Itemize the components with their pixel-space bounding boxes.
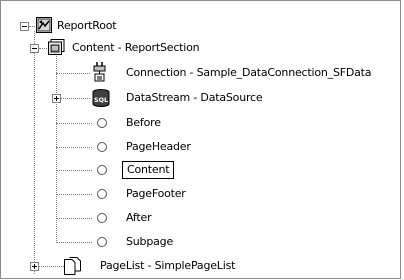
tree-line <box>56 218 92 219</box>
band-radio-subpage[interactable] <box>97 237 107 247</box>
band-radio-content[interactable] <box>97 165 107 175</box>
node-label-report-root[interactable]: ReportRoot <box>57 19 117 33</box>
sql-datastream-icon: SQL <box>92 89 110 107</box>
node-label-connection[interactable]: Connection - Sample_DataConnection_SFDat… <box>126 66 372 80</box>
band-radio-pageheader[interactable] <box>97 142 107 152</box>
node-label-content-section[interactable]: Content - ReportSection <box>72 41 200 55</box>
sql-icon-text: SQL <box>94 96 108 104</box>
tree-line <box>56 242 92 243</box>
connection-plug-icon <box>93 62 106 82</box>
expand-toggle-datastream[interactable] <box>52 94 61 103</box>
tree-line <box>56 170 92 171</box>
tree-line <box>29 26 35 27</box>
node-label-pageheader[interactable]: PageHeader <box>126 140 191 154</box>
node-label-subpage[interactable]: Subpage <box>126 235 173 249</box>
report-tree: ReportRoot Content - ReportSection Conne… <box>0 0 404 280</box>
tree-line <box>56 194 92 195</box>
band-radio-after[interactable] <box>97 213 107 223</box>
tree-line <box>56 73 90 74</box>
tree-line <box>39 266 64 267</box>
node-label-after[interactable]: After <box>126 211 152 225</box>
node-label-content-selected[interactable]: Content <box>122 161 175 179</box>
node-label-pagefooter[interactable]: PageFooter <box>126 187 186 201</box>
page-list-icon <box>64 257 81 275</box>
band-radio-before[interactable] <box>97 118 107 128</box>
tree-line-root <box>34 31 35 274</box>
node-label-before[interactable]: Before <box>126 116 161 130</box>
report-root-icon <box>36 17 52 33</box>
tree-line <box>61 98 90 99</box>
collapse-toggle-root[interactable] <box>20 22 29 31</box>
collapse-toggle-content[interactable] <box>30 44 39 53</box>
report-section-icon <box>48 39 65 55</box>
tree-line-content <box>56 53 57 243</box>
node-label-pagelist[interactable]: PageList - SimplePageList <box>100 259 235 273</box>
tree-line <box>56 147 92 148</box>
expand-toggle-pagelist[interactable] <box>30 262 39 271</box>
node-label-datastream[interactable]: DataStream - DataSource <box>126 91 263 105</box>
tree-line <box>56 123 92 124</box>
band-radio-pagefooter[interactable] <box>97 189 107 199</box>
